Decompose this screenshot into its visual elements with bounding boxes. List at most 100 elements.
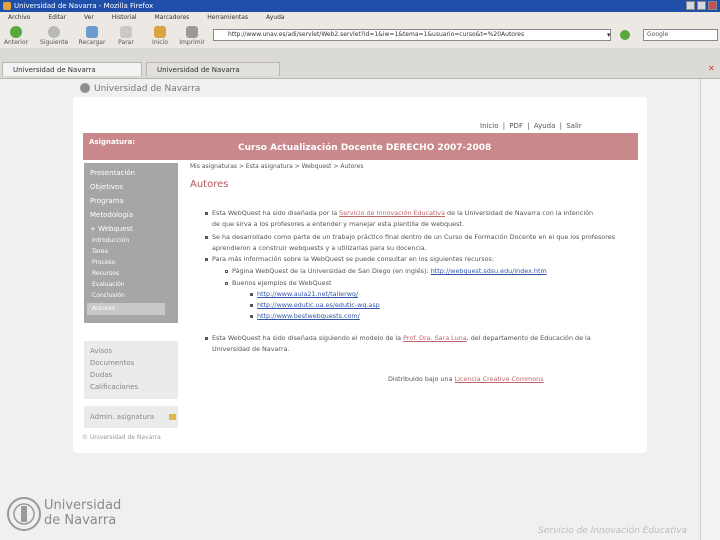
sdsu-webquest-link[interactable]: http://webquest.sdsu.edu/index.htm (431, 267, 547, 275)
menu-tools[interactable]: Herramientas (207, 14, 248, 21)
top-links[interactable]: Inicio | PDF | Ayuda | Salir (480, 122, 582, 130)
firefox-icon (3, 2, 11, 10)
print-icon (186, 26, 198, 38)
bullet (205, 337, 208, 340)
university-seal-icon (7, 497, 41, 531)
p1-text: Esta WebQuest ha sido diseñada por la (212, 209, 340, 217)
reload-label: Recargar (78, 39, 106, 46)
creative-commons-link[interactable]: Licencia Creative Commons (455, 375, 544, 383)
window-title: Universidad de Navarra - Mozilla Firefox (14, 2, 154, 10)
print-button[interactable]: Imprimir (178, 26, 206, 46)
service-name: Servicio de Innovación Educativa (538, 526, 688, 536)
course-title: Curso Actualización Docente DERECHO 2007… (238, 143, 492, 153)
menu-history[interactable]: Historial (112, 14, 137, 21)
breadcrumb[interactable]: Mis asignaturas > Esta asignatura > Webq… (190, 163, 363, 170)
tab-2[interactable]: Universidad de Navarra (146, 62, 280, 76)
menu-file[interactable]: Archivo (8, 14, 30, 21)
url-dropdown-icon[interactable]: ▾ (607, 31, 615, 39)
banner-label: Asignatura: (89, 138, 136, 146)
stop-button[interactable]: Parar (112, 26, 140, 46)
university-logo-icon (80, 83, 90, 93)
bullet-circle (225, 282, 228, 285)
folder-icon (169, 414, 176, 420)
aula21-link[interactable]: http://www.aula21.net/tallerwq/ (257, 290, 358, 298)
print-label: Imprimir (179, 39, 205, 46)
sidebar-item-metodologia[interactable]: Metodología (90, 211, 133, 219)
sub1-text: Página WebQuest de la Universidad de San… (232, 267, 431, 275)
sidebar-item-programa[interactable]: Programa (90, 197, 124, 205)
back-arrow-icon (10, 26, 22, 38)
university-name: Universidad de Navarra (94, 84, 201, 94)
sidebar-sub-proceso[interactable]: Proceso (92, 259, 115, 266)
bullet-square (250, 315, 253, 318)
sidebar-sub-introduccion[interactable]: Introducción (92, 237, 129, 244)
license-text: Distribuido bajo una (388, 375, 455, 383)
sidebar-calificaciones[interactable]: Calificaciones (90, 383, 138, 391)
bullet (205, 236, 208, 239)
bullet-circle (225, 270, 228, 273)
paragraph-2-cont: aprendieron a construir webquests y a ut… (212, 244, 427, 252)
sidebar-avisos[interactable]: Avisos (90, 347, 112, 355)
edutic-link[interactable]: http://www.edutic.ua.es/edutic-wq.asp (257, 301, 380, 309)
menu-bookmarks[interactable]: Marcadores (155, 14, 190, 21)
tab-1-label: Universidad de Navarra (13, 66, 96, 74)
admin-asignatura-link[interactable]: Admin. asignatura (90, 413, 154, 421)
minimize-button[interactable] (686, 1, 695, 10)
p4-text: Esta WebQuest ha sido diseñada siguiendo… (212, 334, 404, 342)
sidebar-item-objetivos[interactable]: Objetivos (90, 183, 123, 191)
p4-text-b: , del departamento de Educación de la (466, 334, 591, 342)
forward-arrow-icon (48, 26, 60, 38)
sidebar-sub-tarea[interactable]: Tarea (92, 248, 108, 255)
home-button[interactable]: Inicio (146, 26, 174, 46)
sidebar-item-presentacion[interactable]: Presentación (90, 169, 135, 177)
sub-item-2: Buenos ejemplos de WebQuest (232, 279, 332, 287)
paragraph-3: Para más información sobre la WebQuest s… (212, 255, 494, 263)
sidebar-documentos[interactable]: Documentos (90, 359, 134, 367)
back-button[interactable]: Anterior (2, 26, 30, 46)
sidebar-item-webquest[interactable]: + Webquest (90, 225, 133, 233)
go-icon[interactable] (620, 30, 630, 40)
paragraph-1: Esta WebQuest ha sido diseñada por la Se… (212, 209, 593, 217)
innovation-service-link[interactable]: Servicio de Innovación Educativa (339, 209, 445, 217)
bullet-square (250, 304, 253, 307)
menu-edit[interactable]: Editar (48, 14, 66, 21)
home-label: Inicio (152, 39, 168, 46)
close-tab-icon[interactable]: ✕ (708, 64, 715, 73)
bestwebquests-link[interactable]: http://www.bestwebquests.com/ (257, 312, 360, 320)
menu-view[interactable]: Ver (84, 14, 94, 21)
paragraph-4: Esta WebQuest ha sido diseñada siguiendo… (212, 334, 591, 342)
menu-bar: Archivo Editar Ver Historial Marcadores … (0, 12, 720, 24)
bullet-square (250, 293, 253, 296)
paragraph-4-cont: Universidad de Navarra. (212, 345, 290, 353)
sidebar-sub-evaluacion[interactable]: Evaluación (92, 281, 125, 288)
sidebar-sub-autores[interactable]: Autores (92, 305, 115, 312)
title-bar: Universidad de Navarra - Mozilla Firefox (0, 0, 720, 12)
sidebar-sub-recursos[interactable]: Recursos (92, 270, 119, 277)
university-header: Universidad de Navarra (80, 83, 200, 94)
professor-link[interactable]: Prof. Dra. Sara Luna (403, 334, 467, 342)
tab-1[interactable]: Universidad de Navarra (2, 62, 142, 76)
search-input[interactable]: Google (643, 29, 718, 41)
vertical-scrollbar[interactable] (700, 79, 720, 540)
back-label: Anterior (3, 39, 29, 46)
tab-2-label: Universidad de Navarra (157, 66, 240, 74)
reload-button[interactable]: Recargar (78, 26, 106, 46)
license-line: Distribuido bajo una Licencia Creative C… (388, 375, 544, 383)
forward-label: Siguiente (40, 39, 69, 46)
menu-help[interactable]: Ayuda (266, 14, 285, 21)
sidebar-sub-conclusion[interactable]: Conclusión (92, 292, 125, 299)
maximize-button[interactable] (697, 1, 706, 10)
paragraph-2: Se ha desarrollado como parte de un trab… (212, 233, 615, 241)
close-button[interactable] (708, 1, 717, 10)
stop-label: Parar (118, 39, 134, 46)
footer-note: © Universidad de Navarra (82, 434, 161, 441)
sidebar-dudas[interactable]: Dudas (90, 371, 112, 379)
sub-item-1: Página WebQuest de la Universidad de San… (232, 267, 547, 275)
forward-button[interactable]: Siguiente (40, 26, 68, 46)
tab-bar: Universidad de Navarra Universidad de Na… (0, 48, 720, 79)
stop-icon (120, 26, 132, 38)
logo-line-2: de Navarra (44, 513, 117, 528)
bullet (205, 212, 208, 215)
url-input[interactable]: http://www.unav.es/adi/servlet/Web2.serv… (213, 29, 611, 41)
logo-line-1: Universidad (44, 498, 122, 513)
